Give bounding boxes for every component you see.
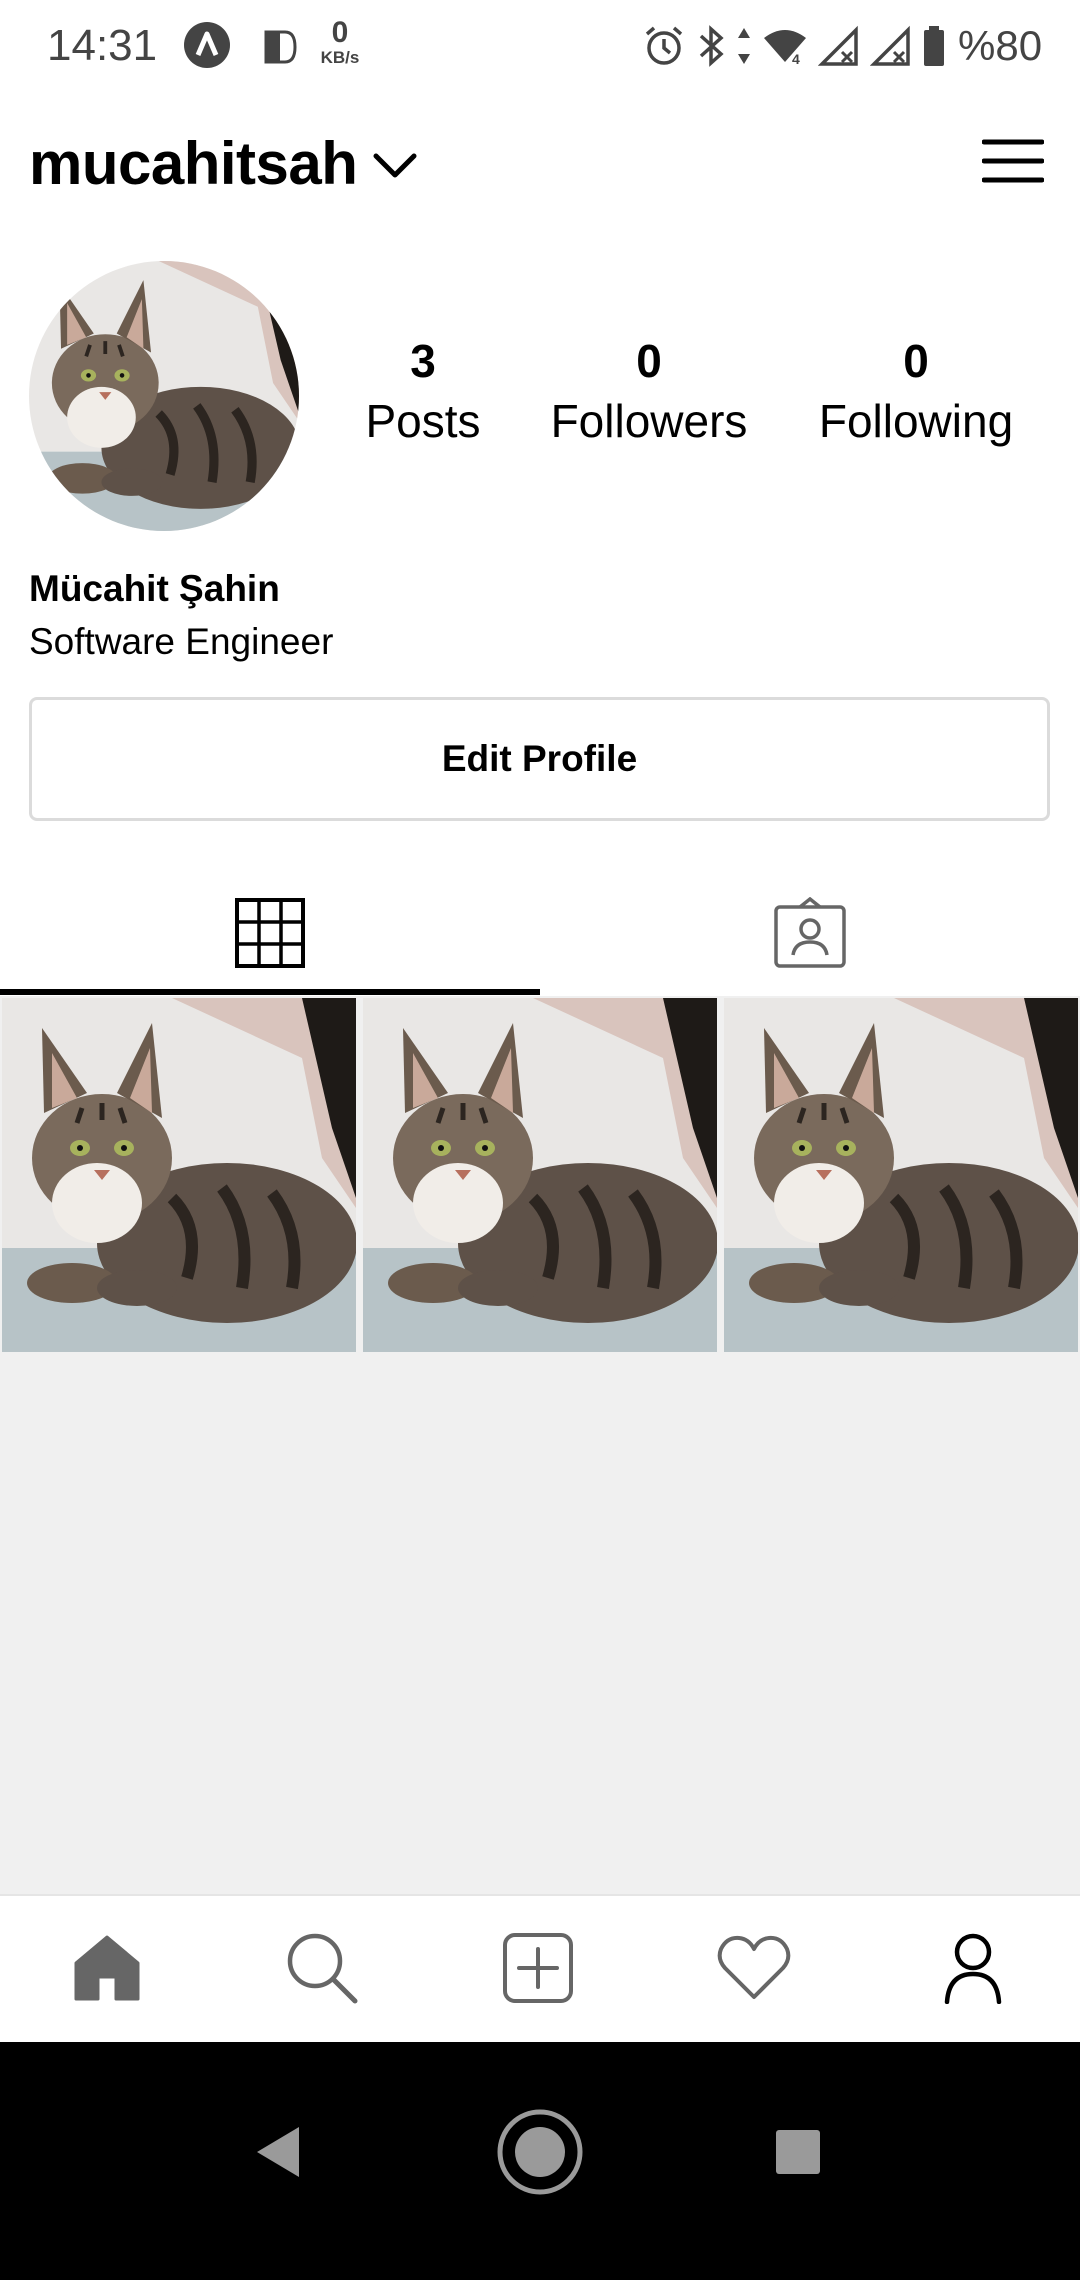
- edit-profile-button[interactable]: Edit Profile: [29, 697, 1050, 821]
- status-time: 14:31: [47, 21, 158, 70]
- home-icon: [74, 1935, 140, 2001]
- username[interactable]: mucahitsah: [29, 130, 358, 198]
- heart-icon: [717, 1935, 791, 1999]
- bottom-nav: [0, 1894, 1080, 2042]
- search-icon: [287, 1933, 358, 2004]
- app-a-icon: [184, 22, 230, 68]
- system-recents-button[interactable]: [748, 2102, 848, 2202]
- profile-icon: [944, 1933, 1002, 2004]
- full-name: Mücahit Şahin: [29, 568, 280, 609]
- network-speed: 0 KB/s: [318, 18, 362, 68]
- battery-percent: %80: [958, 22, 1043, 69]
- system-home-button[interactable]: [490, 2102, 590, 2202]
- posts-grid: [0, 996, 1080, 1896]
- nav-add-post[interactable]: [478, 1918, 598, 2018]
- followers-count: 0: [636, 335, 662, 387]
- following-label: Following: [818, 395, 1014, 447]
- add-post-icon: [503, 1933, 573, 2003]
- nav-profile[interactable]: [913, 1918, 1033, 2018]
- app-header: mucahitsah: [0, 110, 1080, 214]
- post-thumbnail[interactable]: [2, 998, 356, 1352]
- network-speed-unit: KB/s: [320, 48, 360, 67]
- alarm-icon: [645, 26, 683, 65]
- signal-icon: [818, 25, 858, 66]
- bio: Software Engineer: [29, 621, 334, 662]
- nav-search[interactable]: [262, 1918, 382, 2018]
- status-icons: 4 %80: [642, 24, 1042, 68]
- bluetooth-icon: [699, 25, 724, 67]
- chevron-down-icon[interactable]: [372, 144, 418, 195]
- signal-icon: [870, 25, 910, 66]
- stat-followers[interactable]: 0 Followers: [499, 334, 799, 452]
- tab-tagged[interactable]: [540, 868, 1080, 998]
- back-triangle-icon: [257, 2127, 299, 2177]
- home-circle-icon: [497, 2109, 583, 2195]
- recents-square-icon: [776, 2130, 820, 2174]
- post-thumbnail[interactable]: [363, 998, 717, 1352]
- active-tab-indicator: [0, 989, 540, 995]
- avatar[interactable]: [29, 261, 299, 531]
- system-nav-bar: [0, 2042, 1080, 2280]
- post-thumbnail[interactable]: [724, 998, 1078, 1352]
- wifi-icon: 4: [764, 30, 806, 67]
- followers-label: Followers: [550, 395, 748, 447]
- battery-icon: [924, 26, 944, 66]
- nav-activity[interactable]: [694, 1918, 814, 2018]
- nav-home[interactable]: [47, 1918, 167, 2018]
- system-back-button[interactable]: [228, 2102, 328, 2202]
- grid-icon: [235, 898, 305, 968]
- profile-tabs: [0, 868, 1080, 998]
- document-icon: [263, 30, 297, 69]
- network-speed-value: 0: [331, 16, 349, 49]
- status-bar: 14:31 0 KB/s 4 %80: [0, 0, 1080, 92]
- tab-grid[interactable]: [0, 868, 540, 998]
- hamburger-menu-icon[interactable]: [981, 138, 1045, 189]
- data-arrows-icon: [738, 28, 750, 64]
- svg-text:4: 4: [792, 51, 800, 67]
- following-count: 0: [903, 335, 929, 387]
- tagged-photos-icon: [774, 897, 846, 968]
- stat-following[interactable]: 0 Following: [766, 334, 1066, 452]
